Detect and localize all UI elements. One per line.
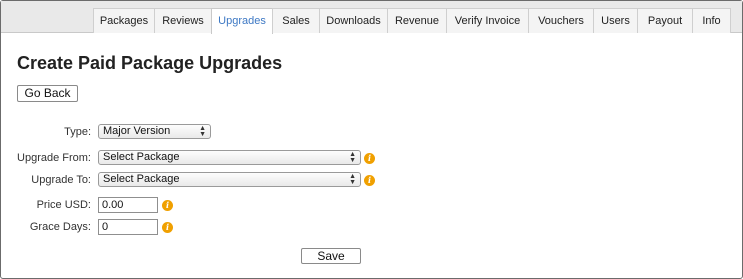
info-icon[interactable]: i xyxy=(364,175,375,186)
grace-days-input[interactable]: 0 xyxy=(98,219,158,235)
tab-info[interactable]: Info xyxy=(692,8,731,33)
tab-revenue[interactable]: Revenue xyxy=(387,8,447,33)
tab-list: Packages Reviews Upgrades Sales Download… xyxy=(93,8,731,34)
tab-users[interactable]: Users xyxy=(593,8,638,33)
upgrade-from-select[interactable]: Select Package ▲ ▼ xyxy=(98,150,361,165)
chevron-up-down-icon: ▲ ▼ xyxy=(349,173,356,186)
info-icon[interactable]: i xyxy=(162,222,173,233)
page-title: Create Paid Package Upgrades xyxy=(17,53,283,73)
chevron-up-down-icon: ▲ ▼ xyxy=(349,151,356,164)
upgrade-from-label: Upgrade From: xyxy=(17,152,91,164)
tab-vouchers[interactable]: Vouchers xyxy=(528,8,594,33)
tab-packages[interactable]: Packages xyxy=(93,8,155,33)
app-window: Packages Reviews Upgrades Sales Download… xyxy=(0,0,743,279)
tab-reviews[interactable]: Reviews xyxy=(154,8,212,33)
price-usd-label: Price USD: xyxy=(36,199,91,211)
chevron-up-down-icon: ▲ ▼ xyxy=(199,125,206,138)
tab-sales[interactable]: Sales xyxy=(272,8,320,33)
type-label: Type: xyxy=(64,126,91,138)
save-button[interactable]: Save xyxy=(301,248,361,264)
tab-bar: Packages Reviews Upgrades Sales Download… xyxy=(1,1,742,34)
type-select[interactable]: Major Version ▲ ▼ xyxy=(98,124,211,139)
upgrade-to-select[interactable]: Select Package ▲ ▼ xyxy=(98,172,361,187)
go-back-button[interactable]: Go Back xyxy=(17,85,78,102)
tab-verify-invoice[interactable]: Verify Invoice xyxy=(446,8,529,33)
tab-downloads[interactable]: Downloads xyxy=(319,8,388,33)
info-icon[interactable]: i xyxy=(364,153,375,164)
upgrade-to-label: Upgrade To: xyxy=(31,174,91,186)
info-icon[interactable]: i xyxy=(162,200,173,211)
upgrade-to-select-value: Select Package xyxy=(103,173,180,185)
price-usd-input[interactable]: 0.00 xyxy=(98,197,158,213)
upgrade-from-select-value: Select Package xyxy=(103,151,180,163)
type-select-value: Major Version xyxy=(103,125,171,137)
grace-days-label: Grace Days: xyxy=(29,221,91,233)
tab-upgrades[interactable]: Upgrades xyxy=(211,8,273,34)
tab-payout[interactable]: Payout xyxy=(637,8,693,33)
